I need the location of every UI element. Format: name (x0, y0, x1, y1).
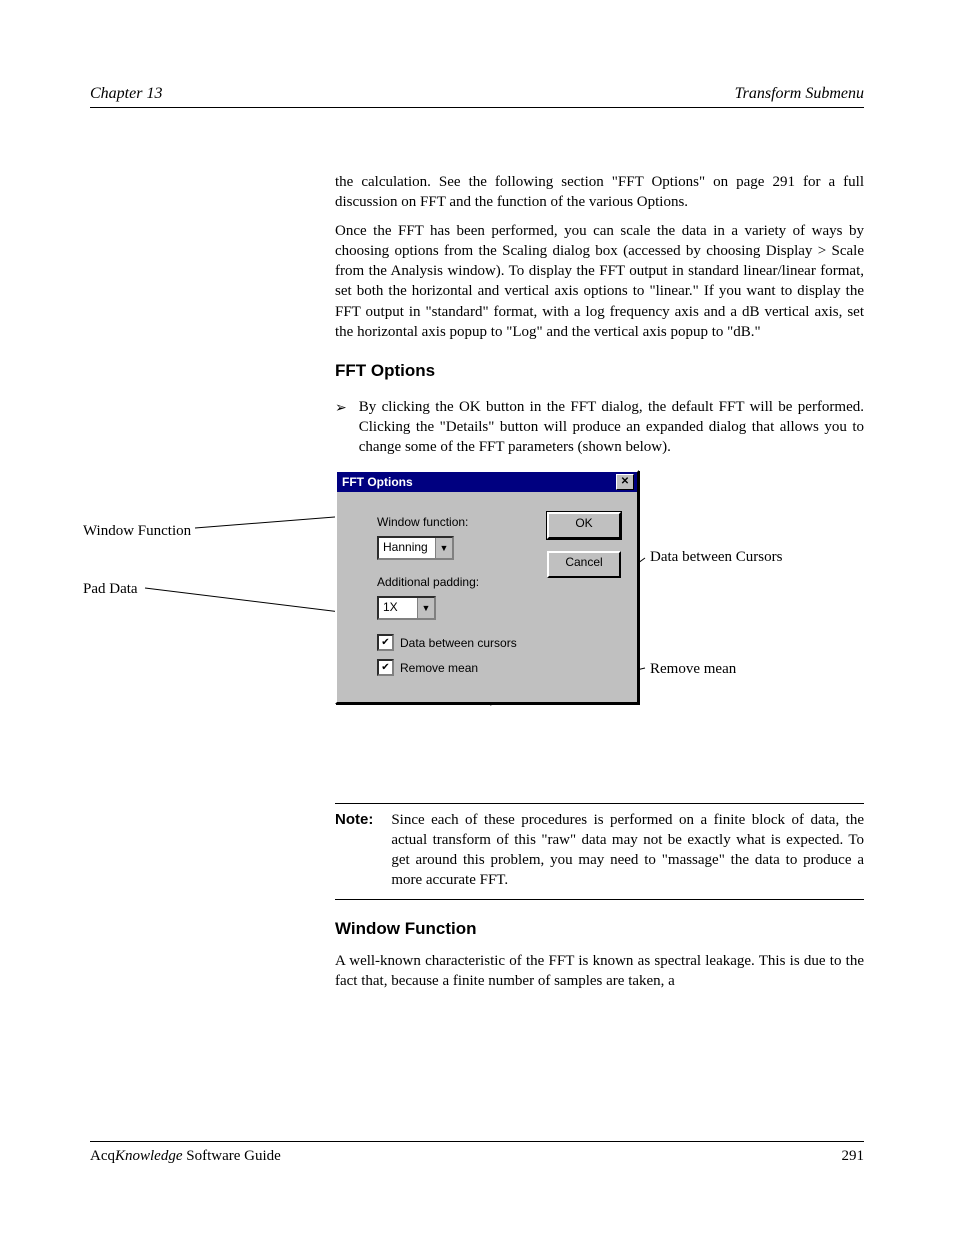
fft-options-dialog: FFT Options ✕ OK Cancel Window function:… (335, 470, 639, 705)
data-between-cursors-label: Data between cursors (400, 635, 517, 651)
note-top-rule (335, 803, 864, 804)
callout-pad-data: Pad Data (83, 580, 138, 598)
para-window-function: A well-known characteristic of the FFT i… (335, 951, 864, 992)
note-heading: Note: (335, 810, 373, 891)
heading-fft-options: FFT Options (335, 360, 864, 383)
cancel-button[interactable]: Cancel (547, 551, 621, 578)
para-continuation: the calculation. See the following secti… (335, 172, 864, 213)
heading-window-function: Window Function (335, 918, 864, 941)
chevron-down-icon: ▼ (417, 598, 434, 618)
remove-mean-label: Remove mean (400, 660, 478, 676)
arrow-para-text: By clicking the OK button in the FFT dia… (359, 397, 864, 458)
dialog-title-bar: FFT Options ✕ (337, 472, 637, 492)
note-bottom-rule (335, 899, 864, 900)
header-chapter: Chapter 13 (90, 85, 162, 103)
window-function-value: Hanning (379, 538, 435, 558)
footer-rule (90, 1141, 864, 1142)
remove-mean-checkbox[interactable]: ✔ (377, 659, 394, 676)
para-scaling-info: Once the FFT has been performed, you can… (335, 221, 864, 343)
close-icon[interactable]: ✕ (616, 474, 634, 490)
additional-padding-value: 1X (379, 598, 417, 618)
additional-padding-select[interactable]: 1X ▼ (377, 596, 436, 620)
header-section: Transform Submenu (735, 85, 864, 103)
dialog-title: FFT Options (340, 474, 413, 490)
header-rule (90, 107, 864, 108)
arrow-bullet-icon: ➢ (335, 399, 347, 419)
callout-data-between-cursors: Data between Cursors (650, 548, 782, 566)
callout-remove-mean: Remove mean (650, 660, 736, 678)
data-between-cursors-checkbox[interactable]: ✔ (377, 634, 394, 651)
callout-window-function: Window Function (83, 522, 191, 540)
window-function-select[interactable]: Hanning ▼ (377, 536, 454, 560)
chevron-down-icon: ▼ (435, 538, 452, 558)
footer-page-number: 291 (842, 1148, 865, 1165)
ok-button[interactable]: OK (547, 512, 621, 539)
footer-left: AcqKnowledge Software Guide (90, 1148, 281, 1165)
note-body: Since each of these procedures is perfor… (391, 810, 864, 891)
